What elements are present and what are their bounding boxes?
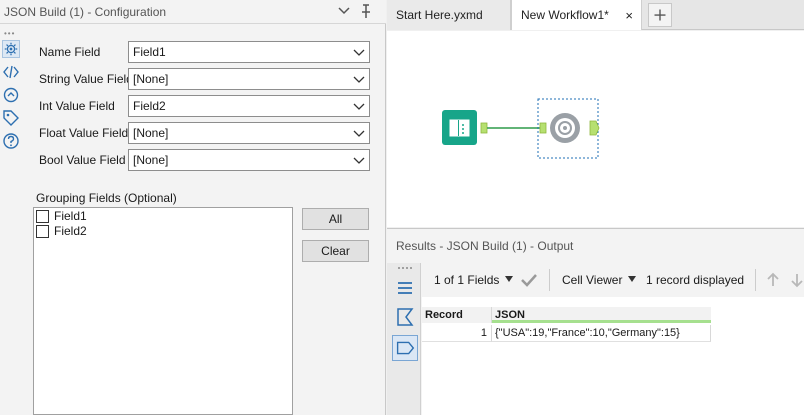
code-icon[interactable] — [2, 63, 20, 81]
chevron-down-icon[interactable] — [336, 3, 352, 19]
results-panel: Results - JSON Build (1) - Output 1 of 1… — [387, 228, 804, 415]
tag-icon[interactable] — [2, 109, 20, 127]
config-sidebar — [2, 40, 22, 155]
column-header-json[interactable]: JSON — [492, 307, 711, 323]
tab-label: Start Here.yxmd — [396, 8, 483, 22]
grip-icon — [398, 267, 412, 269]
column-header-record[interactable]: Record — [422, 307, 492, 323]
clear-button[interactable]: Clear — [302, 240, 369, 262]
bool-value-field-value: [None] — [133, 153, 169, 167]
string-value-field-row: String Value Field [None] — [39, 68, 370, 90]
arrow-up-icon[interactable] — [765, 272, 781, 288]
all-button[interactable]: All — [302, 208, 369, 230]
int-value-field-value: Field2 — [133, 99, 166, 113]
record-count: 1 record displayed — [646, 273, 745, 287]
fields-selector[interactable]: 1 of 1 Fields — [434, 273, 499, 287]
grouping-checkbox[interactable] — [36, 210, 49, 223]
caret-down-icon[interactable] — [628, 276, 636, 282]
json-build-tool[interactable] — [537, 98, 600, 159]
app-window: JSON Build (1) - Configuration ••• Name … — [0, 0, 804, 415]
results-title: Results - JSON Build (1) - Output — [396, 239, 574, 253]
pin-icon[interactable] — [358, 3, 374, 19]
grouping-fields-list[interactable]: Field1 Field2 — [33, 207, 293, 415]
name-field-row: Name Field Field1 — [39, 41, 370, 63]
results-toolbar: 1 of 1 Fields Cell Viewer 1 record displ… — [422, 263, 804, 297]
string-value-field-value: [None] — [133, 72, 169, 86]
toolbar-divider — [755, 269, 756, 291]
bool-value-field-label: Bool Value Field — [39, 153, 126, 167]
float-value-field-select[interactable]: [None] — [128, 122, 370, 144]
chevron-down-icon — [353, 103, 365, 110]
json-value-cell[interactable]: {"USA":19,"France":10,"Germany":15} — [492, 325, 711, 342]
name-field-label: Name Field — [39, 45, 101, 59]
workflow-canvas[interactable] — [387, 31, 804, 227]
grip-handle[interactable]: ••• — [4, 29, 15, 38]
caret-down-icon[interactable] — [505, 276, 513, 282]
config-title: JSON Build (1) - Configuration — [4, 5, 167, 19]
chevron-down-icon — [353, 157, 365, 164]
results-view-switcher — [387, 263, 421, 415]
input-data-tool[interactable] — [442, 110, 488, 145]
check-icon[interactable] — [520, 272, 538, 288]
toolbar-divider — [549, 269, 550, 291]
string-value-field-label: String Value Field — [39, 72, 133, 86]
float-value-field-row: Float Value Field [None] — [39, 122, 370, 144]
bool-value-field-select[interactable]: [None] — [128, 149, 370, 171]
add-tab-button[interactable] — [648, 3, 672, 27]
chevron-down-icon — [353, 130, 365, 137]
tab-new-workflow[interactable]: New Workflow1* × — [511, 0, 642, 30]
float-value-field-value: [None] — [133, 126, 169, 140]
float-value-field-label: Float Value Field — [39, 126, 129, 140]
cell-viewer-selector[interactable]: Cell Viewer — [562, 273, 622, 287]
configuration-panel: JSON Build (1) - Configuration ••• Name … — [0, 0, 386, 415]
arrow-down-icon[interactable] — [791, 272, 804, 288]
gear-icon[interactable] — [2, 40, 20, 58]
grouping-fields-label: Grouping Fields (Optional) — [36, 191, 177, 205]
grouping-checkbox[interactable] — [36, 225, 49, 238]
tab-label: New Workflow1* — [521, 8, 609, 22]
grouping-item-label: Field2 — [54, 224, 87, 238]
string-value-field-select[interactable]: [None] — [128, 68, 370, 90]
record-number-cell[interactable]: 1 — [422, 325, 492, 342]
results-grid[interactable]: Record JSON 1 {"USA":19,"France":10,"Ger… — [422, 297, 804, 415]
list-view-icon[interactable] — [392, 275, 418, 301]
help-icon[interactable] — [2, 132, 20, 150]
metadata-icon[interactable] — [392, 304, 418, 330]
name-field-select[interactable]: Field1 — [128, 41, 370, 63]
grouping-item-label: Field1 — [54, 209, 87, 223]
output-anchor-icon[interactable] — [392, 335, 418, 361]
chevron-down-icon — [353, 49, 365, 56]
bool-value-field-row: Bool Value Field [None] — [39, 149, 370, 171]
int-value-field-label: Int Value Field — [39, 99, 115, 113]
workflow-tabs: Start Here.yxmd New Workflow1* × — [387, 0, 804, 30]
annotation-icon[interactable] — [2, 86, 20, 104]
int-value-field-row: Int Value Field Field2 — [39, 95, 370, 117]
chevron-down-icon — [353, 76, 365, 83]
config-title-bar: JSON Build (1) - Configuration — [0, 0, 386, 24]
int-value-field-select[interactable]: Field2 — [128, 95, 370, 117]
close-icon[interactable]: × — [625, 8, 633, 23]
workflow-diagram — [442, 98, 600, 159]
tab-start-here[interactable]: Start Here.yxmd — [387, 0, 511, 30]
name-field-value: Field1 — [133, 45, 166, 59]
